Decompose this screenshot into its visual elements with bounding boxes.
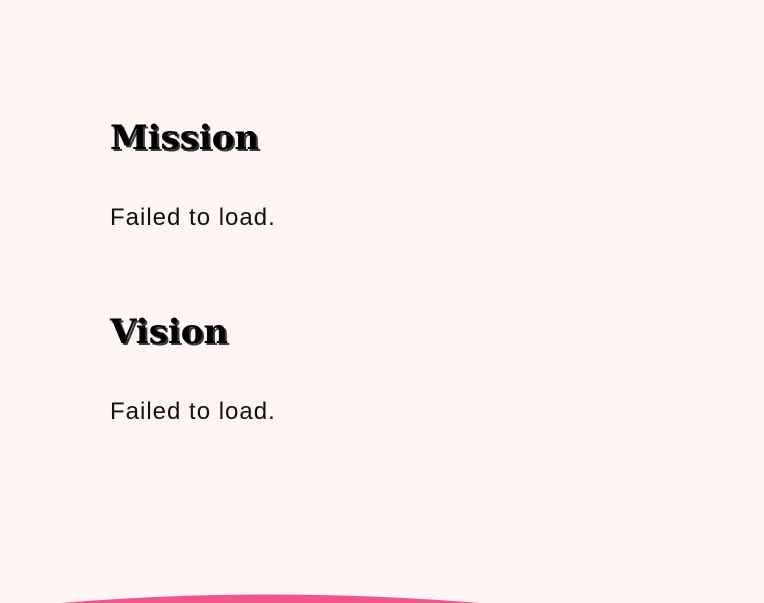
mission-text: Failed to load. bbox=[110, 204, 276, 231]
pink-wave-shape bbox=[60, 594, 480, 603]
mission-heading: Mission bbox=[110, 118, 260, 158]
vision-text: Failed to load. bbox=[110, 398, 276, 425]
vision-heading: Vision bbox=[110, 312, 229, 352]
decorative-pink-wave bbox=[0, 560, 764, 603]
